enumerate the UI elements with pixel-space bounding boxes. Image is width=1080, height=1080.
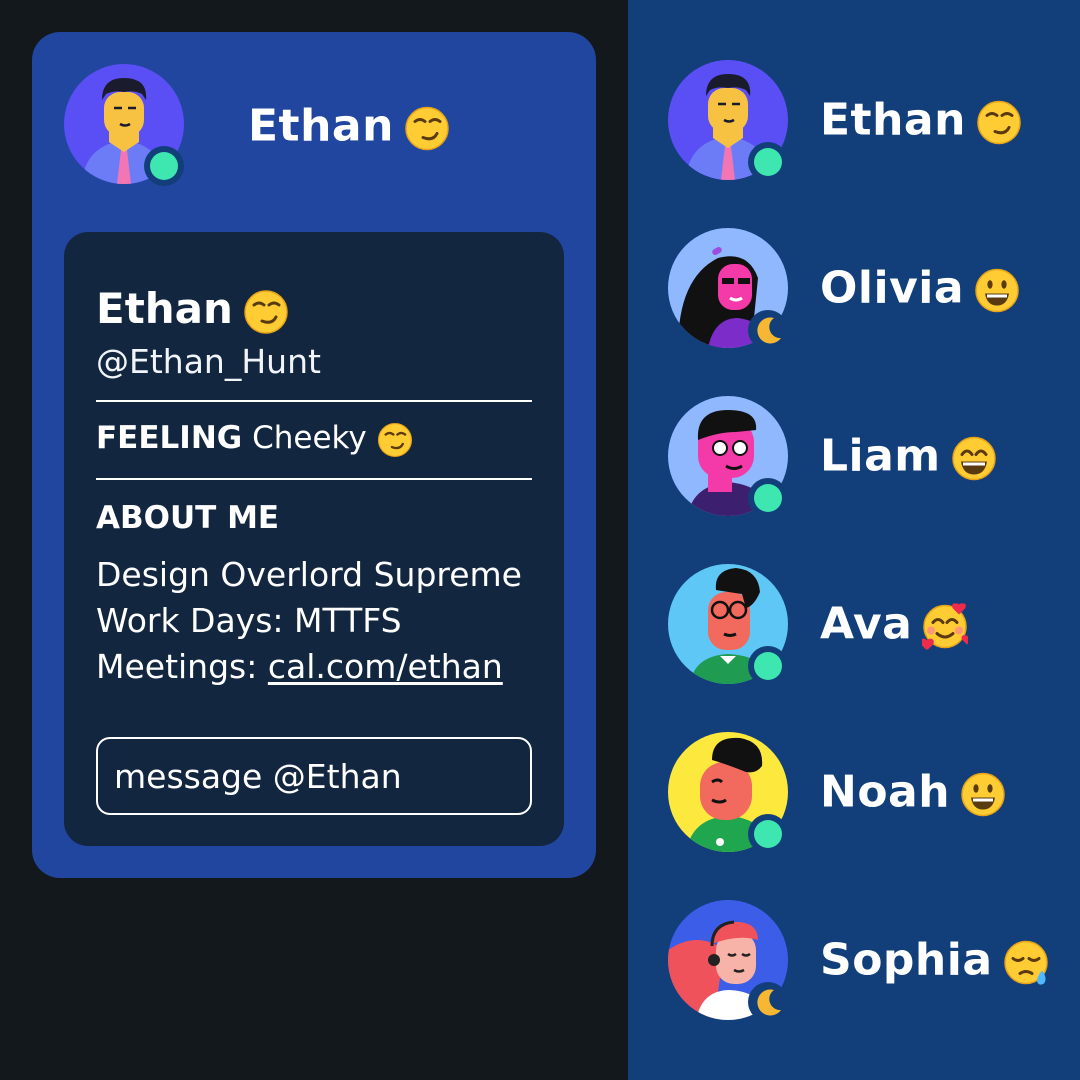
online-status-icon: [144, 146, 184, 186]
message-input[interactable]: [96, 737, 532, 815]
about-text: Design Overlord Supreme Work Days: MTTFS…: [96, 552, 522, 690]
online-status-icon: [748, 646, 788, 686]
smirking-face-icon: [377, 421, 413, 458]
smirking-face-icon: [243, 289, 289, 334]
member-avatar-wrap: [668, 228, 792, 352]
member-avatar-wrap: [668, 396, 792, 520]
member-avatar-wrap: [668, 900, 792, 1024]
about-line: Work Days: MTTFS: [96, 601, 402, 640]
about-line: Meetings: cal.com/ethan: [96, 647, 503, 686]
member-name: Liam: [820, 431, 997, 482]
online-status-icon: [748, 814, 788, 854]
sleepy-face-icon: [1003, 940, 1049, 986]
smirking-face-icon: [404, 106, 450, 151]
member-avatar-wrap: [668, 60, 792, 184]
profile-header-name: Ethan: [248, 101, 450, 152]
profile-avatar-wrap[interactable]: [64, 64, 188, 188]
online-status-icon: [748, 478, 788, 518]
profile-handle: @Ethan_Hunt: [96, 342, 321, 381]
grinning-face-icon: [975, 268, 1019, 313]
member-avatar-wrap: [668, 732, 792, 856]
grinning-face-icon: [961, 772, 1005, 817]
profile-name: Ethan: [96, 284, 289, 335]
smiling-face-with-hearts-icon: [922, 603, 969, 650]
grinning-face-with-smiling-eyes-icon: [951, 436, 997, 481]
member-avatar-wrap: [668, 564, 792, 688]
member-row-ava[interactable]: Ava: [668, 564, 1068, 688]
member-name: Noah: [820, 767, 1006, 818]
member-row-sophia[interactable]: Sophia: [668, 900, 1068, 1024]
online-status-icon: [748, 142, 788, 182]
member-name: Ethan: [820, 95, 1022, 146]
profile-card: Ethan @Ethan_Hunt FEELING Cheeky ABOUT M…: [64, 232, 564, 846]
member-row-ethan[interactable]: Ethan: [668, 60, 1068, 184]
feeling-value: Cheeky: [252, 420, 367, 456]
divider: [96, 478, 532, 480]
member-row-liam[interactable]: Liam: [668, 396, 1068, 520]
about-line: Design Overlord Supreme: [96, 555, 522, 594]
feeling-row: FEELING Cheeky: [96, 420, 413, 458]
member-row-olivia[interactable]: Olivia: [668, 228, 1068, 352]
divider: [96, 400, 532, 402]
profile-popover: Ethan Ethan @Ethan_Hunt FEELING Cheeky A…: [32, 32, 596, 878]
member-name: Ava: [820, 599, 969, 650]
member-name: Sophia: [820, 935, 1049, 986]
member-name: Olivia: [820, 263, 1020, 314]
member-row-noah[interactable]: Noah: [668, 732, 1068, 856]
profile-header: Ethan: [64, 64, 564, 188]
about-heading: ABOUT ME: [96, 500, 280, 536]
away-moon-icon: [748, 982, 788, 1022]
meetings-link[interactable]: cal.com/ethan: [268, 647, 503, 686]
feeling-label: FEELING: [96, 420, 243, 456]
smirking-face-icon: [976, 100, 1022, 145]
away-moon-icon: [748, 310, 788, 350]
